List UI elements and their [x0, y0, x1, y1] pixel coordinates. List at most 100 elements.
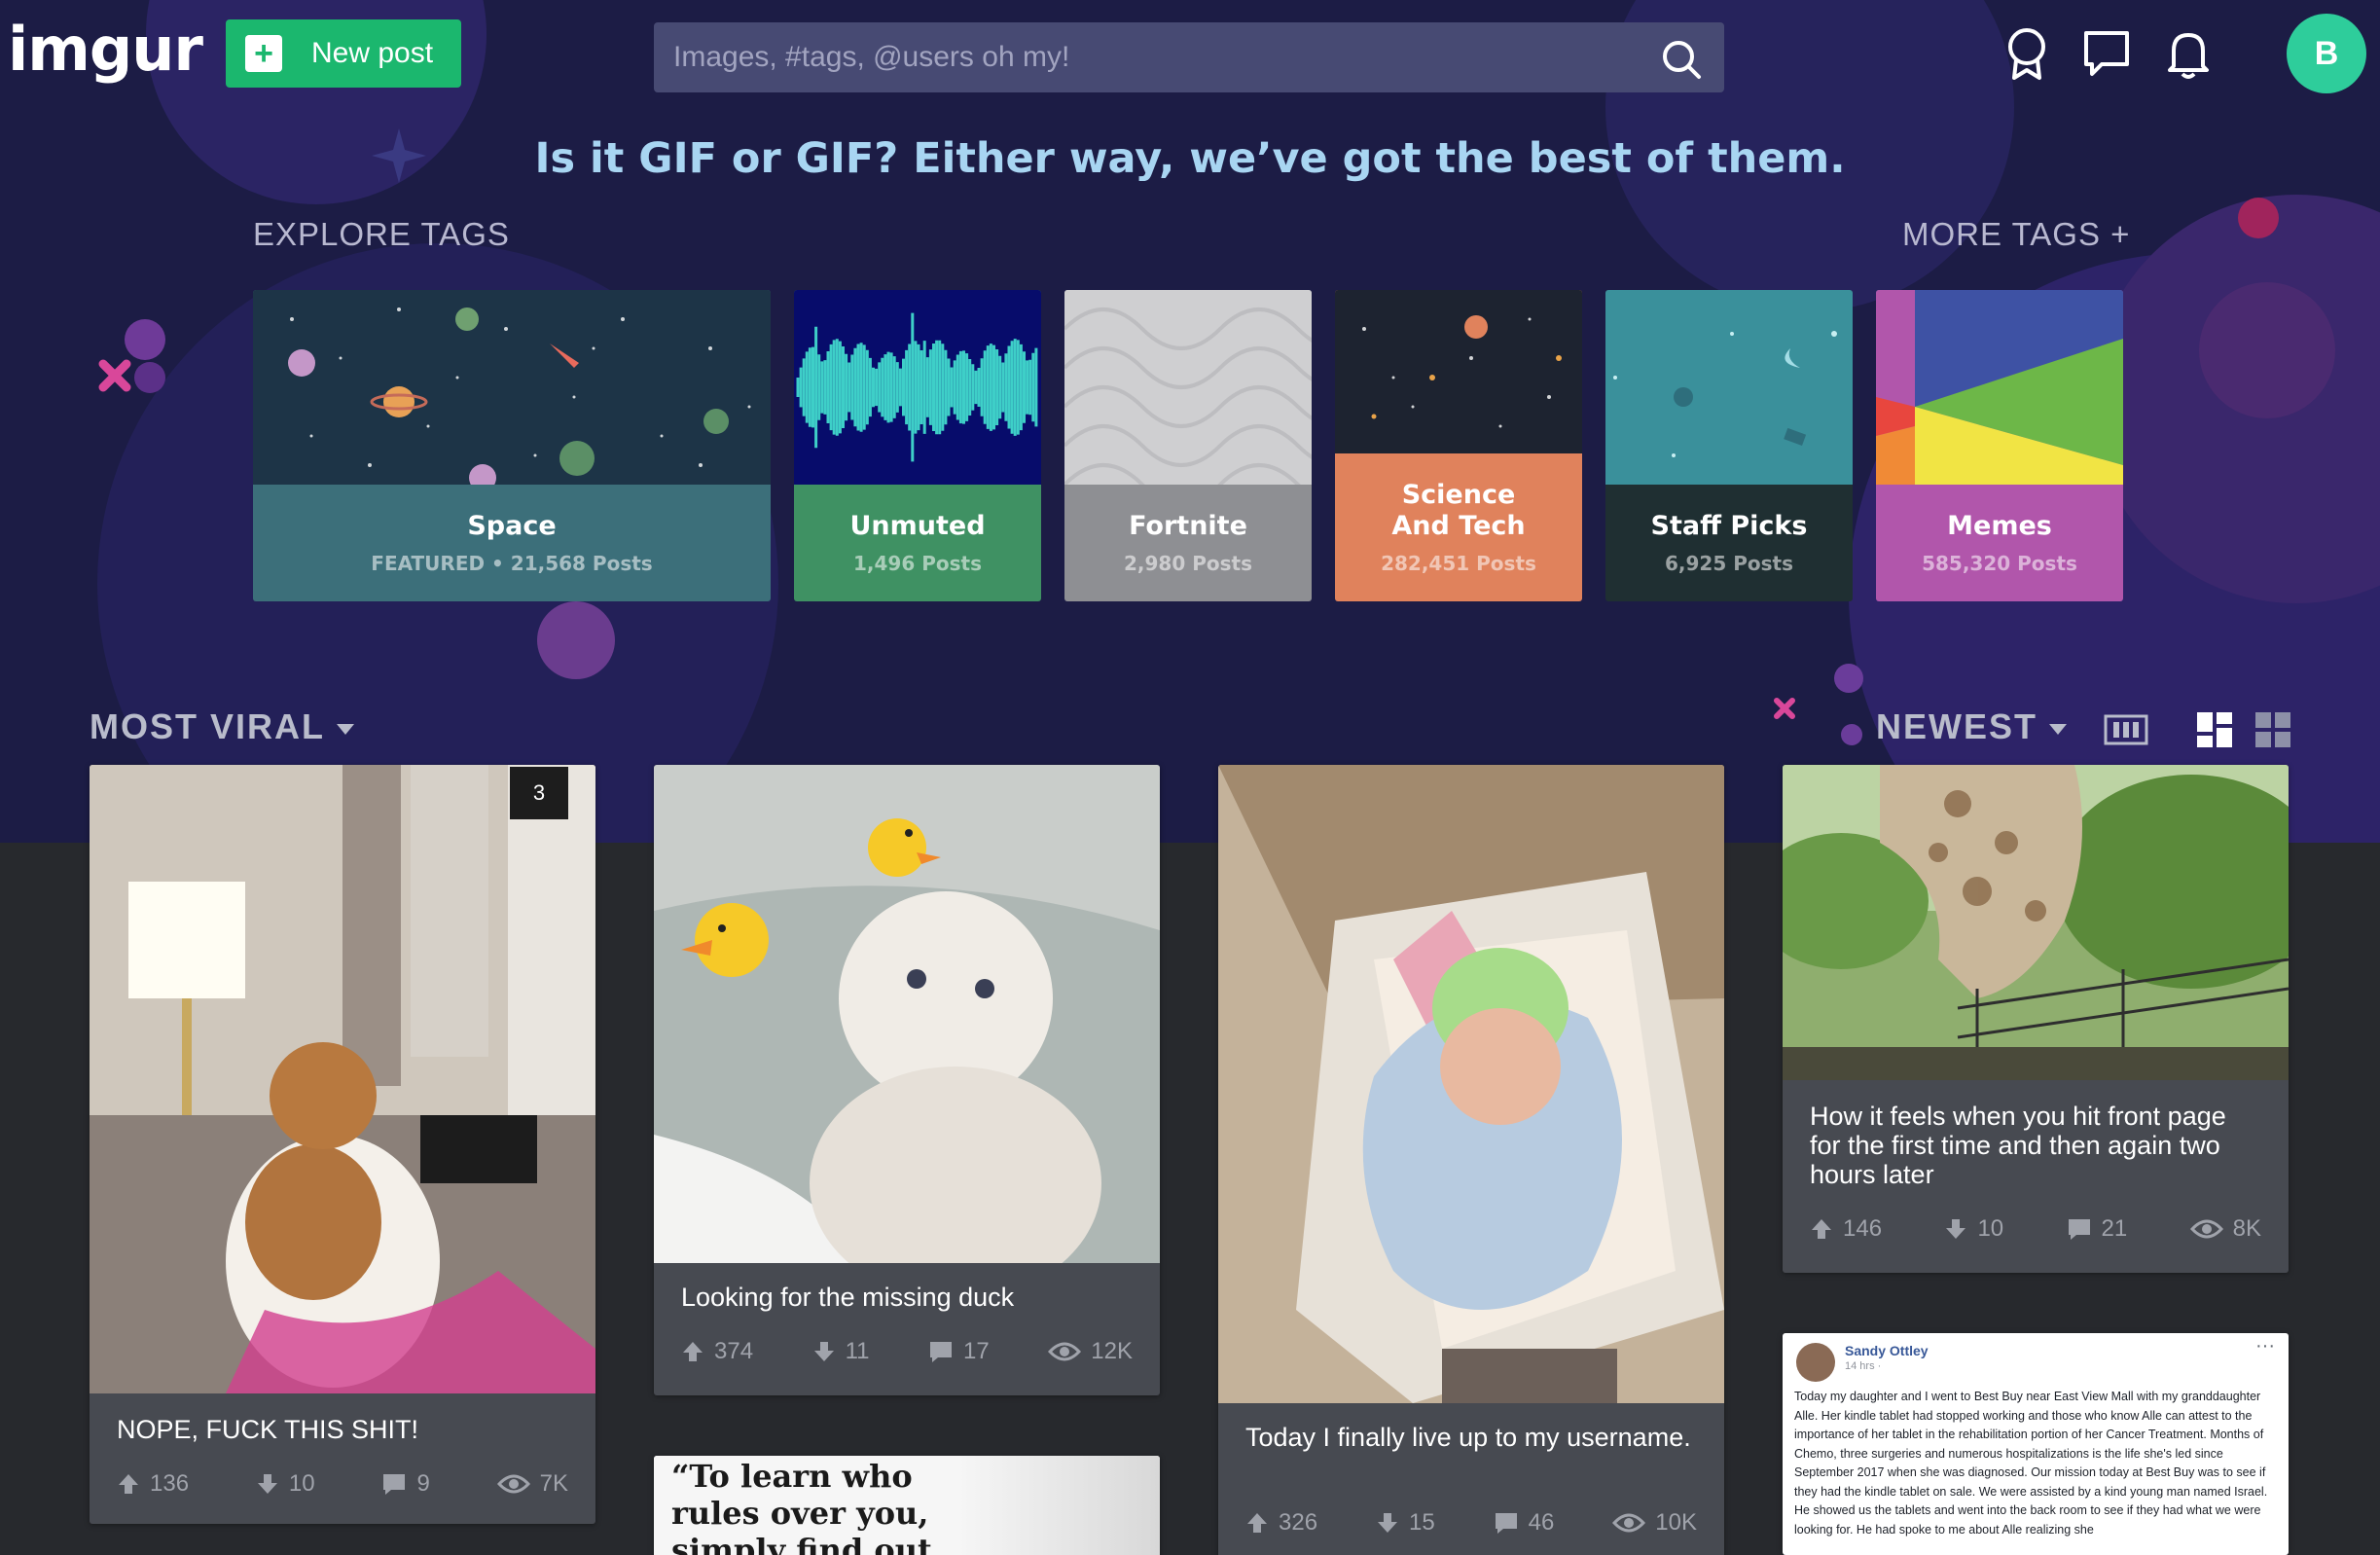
- tag-count: 282,451 Posts: [1381, 552, 1536, 575]
- chevron-down-icon: [337, 723, 354, 735]
- user-avatar[interactable]: B: [2287, 14, 2366, 93]
- comments-stat[interactable]: 9: [381, 1469, 430, 1499]
- decor-circle: [2199, 282, 2335, 418]
- quote-text: “To learn who rules over you, simply fin…: [671, 1458, 932, 1555]
- downvote-stat[interactable]: 10: [1944, 1214, 2003, 1244]
- fb-author: Sandy Ottley: [1845, 1343, 1929, 1358]
- post-card[interactable]: How it feels when you hit front page for…: [1783, 765, 2289, 1273]
- decor-circle: [2238, 198, 2279, 238]
- tag-count: 585,320 Posts: [1922, 552, 2077, 575]
- post-card[interactable]: “To learn who rules over you, simply fin…: [654, 1456, 1160, 1555]
- downvote-stat[interactable]: 10: [256, 1469, 315, 1499]
- post-title: How it feels when you hit front page for…: [1810, 1102, 2226, 1189]
- upvote-icon: [1247, 1513, 1267, 1533]
- post-stats: 146 10 21 8K: [1810, 1214, 2261, 1244]
- comments-stat[interactable]: 46: [1494, 1508, 1554, 1537]
- album-count: 3: [532, 780, 546, 805]
- upvote-stat[interactable]: 146: [1810, 1214, 1882, 1244]
- hero-banner: imgur + New post B Is it GIF or GIF? Eit…: [0, 0, 2380, 843]
- downvote-stat[interactable]: 15: [1376, 1508, 1435, 1537]
- tag-name: Staff Picks: [1650, 511, 1808, 541]
- search-icon[interactable]: [1660, 38, 1703, 81]
- downvote-icon: [257, 1474, 277, 1494]
- fb-avatar: [1796, 1343, 1835, 1382]
- album-badge: 3: [510, 767, 568, 819]
- comment-icon: [1495, 1513, 1517, 1534]
- decor-circle: [1841, 724, 1862, 745]
- eye-icon: [1048, 1342, 1082, 1361]
- tag-name: Space: [467, 511, 557, 541]
- tag-card-memes[interactable]: Memes 585,320 Posts: [1876, 290, 2123, 601]
- decor-circle: [134, 362, 165, 393]
- upvote-icon: [1812, 1219, 1831, 1239]
- search-input[interactable]: [654, 22, 1646, 92]
- cross-icon: [98, 359, 131, 392]
- post-stats: 374 11 17 12K: [681, 1337, 1133, 1366]
- fb-timestamp: 14 hrs ·: [1845, 1360, 1882, 1372]
- downvote-stat[interactable]: 11: [812, 1337, 870, 1366]
- tag-card-unmuted[interactable]: Unmuted 1,496 Posts: [794, 290, 1041, 601]
- eye-icon: [1612, 1513, 1646, 1533]
- post-card[interactable]: Sandy Ottley 14 hrs · ··· Today my daugh…: [1783, 1333, 2289, 1555]
- science-tag-image: [1335, 290, 1582, 453]
- decor-circle: [1834, 664, 1863, 693]
- post-stats: 326 15 46 10K: [1245, 1508, 1697, 1537]
- tag-count: 6,925 Posts: [1665, 552, 1793, 575]
- more-tags-link[interactable]: MORE TAGS +: [1902, 216, 2130, 253]
- upvote-stat[interactable]: 326: [1245, 1508, 1317, 1537]
- more-options-icon: ···: [2255, 1335, 2275, 1356]
- staff-picks-tag-image: [1605, 290, 1853, 485]
- comment-icon: [930, 1342, 953, 1362]
- upvote-stat[interactable]: 136: [117, 1469, 189, 1499]
- decor-circle: [537, 601, 615, 679]
- comment-icon: [383, 1474, 406, 1495]
- chevron-down-icon: [2049, 723, 2068, 735]
- sort-label: MOST VIRAL: [90, 706, 325, 746]
- downvote-icon: [1377, 1513, 1397, 1533]
- eye-icon: [496, 1474, 530, 1494]
- memes-tag-image: [1876, 290, 2123, 485]
- views-stat: 7K: [496, 1469, 568, 1499]
- post-card[interactable]: Today I finally live up to my username. …: [1218, 765, 1724, 1555]
- view-grid-icon[interactable]: [2252, 710, 2296, 749]
- hero-headline: Is it GIF or GIF? Either way, we’ve got …: [534, 134, 1846, 183]
- decor-circle: [125, 319, 165, 360]
- post-title: Looking for the missing duck: [681, 1283, 1015, 1312]
- newest-dropdown[interactable]: NEWEST: [1876, 706, 2068, 747]
- post-title: NOPE, FUCK THIS SHIT!: [117, 1415, 419, 1444]
- tag-name: Unmuted: [849, 511, 986, 541]
- most-viral-dropdown[interactable]: MOST VIRAL: [90, 706, 354, 747]
- view-list-icon[interactable]: [2104, 710, 2148, 749]
- post-card[interactable]: Looking for the missing duck 374 11 17 1…: [654, 765, 1160, 1395]
- post-image: [654, 765, 1160, 1263]
- post-image: [1783, 765, 2289, 1080]
- post-card[interactable]: 3 NOPE, FUCK THIS SHIT! 136 10 9 7K: [90, 765, 595, 1524]
- comments-stat[interactable]: 17: [928, 1337, 990, 1366]
- plus-icon: +: [245, 35, 282, 72]
- fb-post-text: Today my daughter and I went to Best Buy…: [1794, 1390, 2268, 1537]
- space-tag-image: [253, 290, 771, 485]
- tag-card-staff-picks[interactable]: Staff Picks 6,925 Posts: [1605, 290, 1853, 601]
- tag-card-science-and-tech[interactable]: Science And Tech 282,451 Posts: [1335, 290, 1582, 601]
- post-stats: 136 10 9 7K: [117, 1469, 568, 1499]
- trophy-icon[interactable]: [2001, 25, 2053, 82]
- tag-name: Fortnite: [1129, 511, 1247, 541]
- view-grid-uneven-icon[interactable]: [2193, 710, 2238, 749]
- tag-count: 2,980 Posts: [1124, 552, 1252, 575]
- upvote-stat[interactable]: 374: [681, 1337, 753, 1366]
- tag-card-fortnite[interactable]: Fortnite 2,980 Posts: [1064, 290, 1312, 601]
- chat-icon[interactable]: [2080, 25, 2133, 82]
- top-bar: imgur + New post B: [0, 0, 2380, 107]
- upvote-icon: [683, 1342, 703, 1361]
- bell-icon[interactable]: [2162, 25, 2215, 82]
- downvote-icon: [1946, 1219, 1966, 1239]
- tag-count: FEATURED • 21,568 Posts: [371, 552, 653, 575]
- comments-stat[interactable]: 21: [2067, 1214, 2127, 1244]
- cross-icon: [1774, 698, 1795, 719]
- fortnite-tag-image: [1064, 290, 1312, 485]
- tag-card-space[interactable]: Space FEATURED • 21,568 Posts: [253, 290, 771, 601]
- tag-name: Science And Tech: [1391, 480, 1526, 541]
- order-label: NEWEST: [1876, 706, 2038, 746]
- imgur-logo[interactable]: imgur: [8, 14, 203, 85]
- new-post-button[interactable]: + New post: [226, 19, 461, 88]
